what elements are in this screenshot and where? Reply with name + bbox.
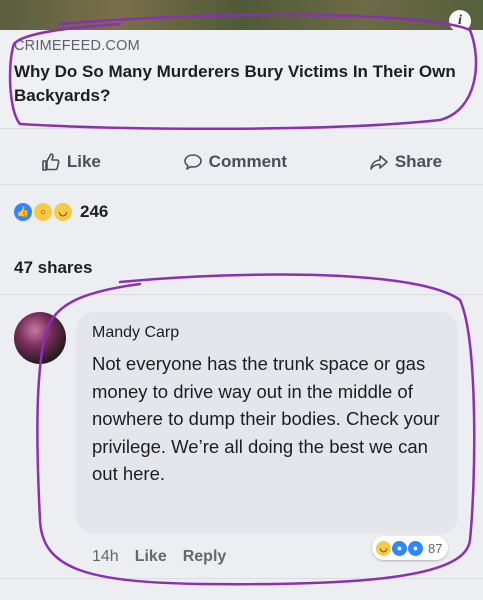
link-domain: CRIMEFEED.COM	[14, 38, 140, 54]
comment-text: Not everyone has the trunk space or gas …	[92, 353, 440, 484]
comment-time[interactable]: 14h	[92, 548, 119, 566]
divider	[0, 294, 483, 295]
info-icon[interactable]: i	[449, 10, 471, 32]
comment-meta: 14h Like Reply	[92, 548, 226, 566]
comment-author[interactable]: Mandy Carp	[92, 324, 179, 342]
sad-reaction-icon: ●	[392, 540, 407, 556]
haha-reaction-icon: ◡	[54, 203, 72, 221]
share-label: Share	[394, 152, 443, 171]
divider	[0, 578, 483, 579]
post-action-bar: Like Comment Share	[0, 140, 483, 185]
haha-reaction-icon: ◡	[376, 540, 391, 556]
like-label: Like	[66, 152, 101, 171]
comment-reaction-count: 87	[428, 540, 443, 556]
comment-icon	[183, 154, 202, 170]
share-count[interactable]: 47 shares	[14, 258, 92, 278]
share-button[interactable]: Share	[369, 152, 442, 172]
link-preview-card[interactable]: CRIMEFEED.COM Why Do So Many Murderers B…	[0, 30, 483, 129]
comment-bubble: Mandy Carp Not everyone has the trunk sp…	[76, 312, 458, 534]
share-arrow-icon	[370, 155, 388, 170]
comment-reactions[interactable]: ◡ ● ● 87	[372, 536, 449, 560]
post-reactions[interactable]: 👍 ○ ◡ 246	[14, 202, 108, 222]
thumbs-up-icon	[42, 153, 60, 171]
like-button[interactable]: Like	[41, 152, 101, 172]
comment-button[interactable]: Comment	[183, 152, 287, 172]
avatar[interactable]	[14, 312, 66, 364]
wow-reaction-icon: ○	[34, 203, 52, 221]
comment-reply-link[interactable]: Reply	[183, 548, 227, 566]
link-preview-image[interactable]: i	[0, 0, 483, 32]
like-reaction-icon: ●	[408, 540, 423, 556]
link-headline[interactable]: Why Do So Many Murderers Bury Victims In…	[14, 60, 474, 108]
reaction-count: 246	[80, 202, 109, 221]
comment-label: Comment	[208, 152, 288, 171]
comment-like-link[interactable]: Like	[135, 548, 167, 566]
like-reaction-icon: 👍	[14, 203, 32, 221]
